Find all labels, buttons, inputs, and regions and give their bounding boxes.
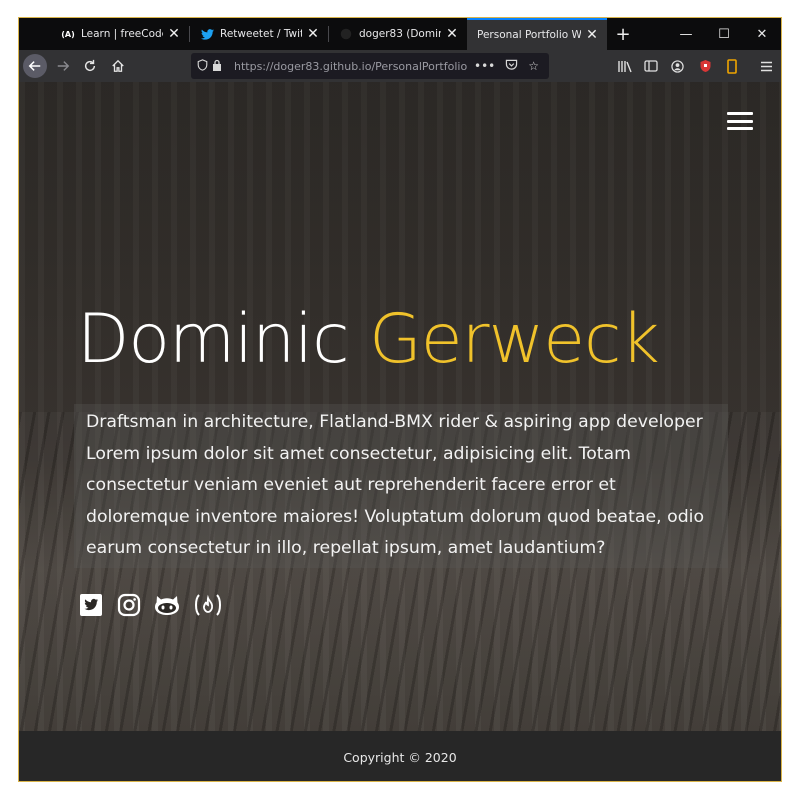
tab-twitter[interactable]: Retweetet / Twitter ✕ (190, 18, 328, 50)
navigation-toolbar: https://doger83.github.io/PersonalPortfo… (19, 50, 781, 82)
tab-freecodecamp[interactable]: (A) Learn | freeCodeCamp ✕ (51, 18, 189, 50)
address-bar[interactable]: https://doger83.github.io/PersonalPortfo… (191, 53, 549, 79)
reload-icon[interactable] (78, 54, 102, 78)
browser-window: (A) Learn | freeCodeCamp ✕ Retweetet / T… (18, 17, 782, 782)
extension-icon[interactable] (724, 58, 740, 74)
tracking-shield-icon[interactable] (197, 58, 208, 74)
instagram-icon[interactable] (116, 592, 142, 618)
home-icon[interactable] (106, 54, 130, 78)
portfolio-page: Dominic Gerweck Draftsman in architectur… (19, 82, 781, 731)
sidebar-icon[interactable] (643, 58, 659, 74)
close-tab-icon[interactable]: ✕ (167, 26, 181, 42)
tab-label: Personal Portfolio Website (477, 29, 581, 41)
copyright-text: Copyright © 2020 (343, 749, 457, 765)
hamburger-menu-icon[interactable] (727, 112, 753, 130)
footer: Copyright © 2020 (19, 731, 781, 781)
new-tab-button[interactable]: + (609, 18, 637, 50)
close-tab-icon[interactable]: ✕ (306, 26, 320, 42)
social-links (78, 592, 224, 618)
bookmark-star-icon[interactable]: ☆ (528, 59, 539, 73)
tab-label: doger83 (Dominic Gerweck) (359, 28, 441, 40)
close-window-icon[interactable]: ✕ (743, 18, 781, 50)
tab-strip: (A) Learn | freeCodeCamp ✕ Retweetet / T… (19, 18, 781, 50)
freecodecamp-favicon-icon: (A) (61, 29, 75, 39)
menu-icon[interactable] (758, 58, 774, 74)
url-text: https://doger83.github.io/PersonalPortfo… (234, 59, 468, 73)
close-tab-icon[interactable]: ✕ (585, 27, 599, 43)
pocket-icon[interactable] (505, 59, 518, 74)
close-tab-icon[interactable]: ✕ (445, 26, 459, 42)
last-name: Gerweck (369, 300, 660, 379)
tab-label: Learn | freeCodeCamp (81, 28, 163, 40)
account-icon[interactable] (669, 58, 685, 74)
tab-portfolio[interactable]: Personal Portfolio Website ✕ (467, 18, 607, 50)
ublock-shield-icon[interactable] (697, 58, 713, 74)
page-actions-icon[interactable]: ••• (474, 59, 495, 73)
github-icon (339, 27, 353, 41)
twitter-icon[interactable] (78, 592, 104, 618)
tab-label: Retweetet / Twitter (220, 28, 302, 40)
github-icon[interactable] (154, 592, 180, 618)
hero-name: Dominic Gerweck (77, 300, 660, 379)
minimize-icon[interactable]: — (667, 18, 705, 50)
tab-github[interactable]: doger83 (Dominic Gerweck) ✕ (329, 18, 467, 50)
bio-text: Draftsman in architecture, Flatland-BMX … (74, 404, 728, 568)
first-name: Dominic (77, 300, 349, 379)
library-icon[interactable] (617, 58, 633, 74)
lock-icon[interactable] (212, 59, 222, 74)
freecodecamp-icon[interactable] (192, 592, 224, 618)
back-button[interactable] (23, 54, 47, 78)
forward-button[interactable] (51, 54, 75, 78)
twitter-icon (200, 27, 214, 41)
maximize-icon[interactable]: ☐ (705, 18, 743, 50)
